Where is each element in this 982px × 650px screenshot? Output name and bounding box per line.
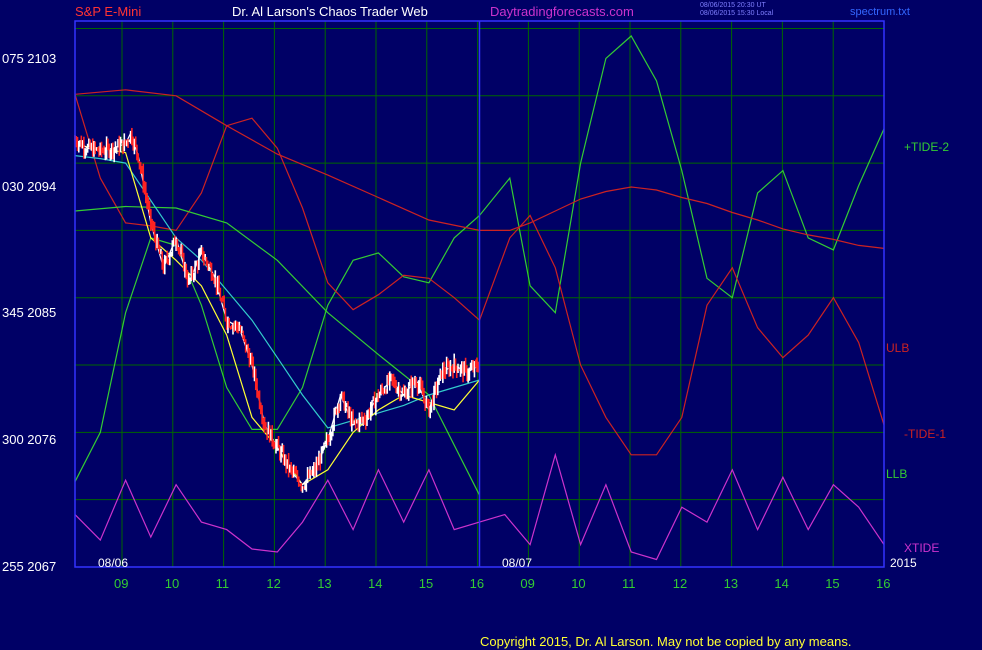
y-tick-2103: 075 2103 [2,51,57,66]
x-tick-12: 13 [723,576,739,591]
label-xtide: XTIDE [904,541,940,555]
y-tick-2094: 030 2094 [2,179,57,194]
label-tide1: -TIDE-1 [904,427,946,441]
x-tick-4: 13 [317,576,332,591]
x-tick-8: 09 [520,576,535,591]
instrument-title: S&P E-Mini [75,4,142,19]
file-name: spectrum.txt [850,6,910,18]
x-tick-5: 14 [368,576,383,591]
x-tick-3: 12 [266,576,281,591]
date-label-day1: 08/06 [98,556,129,570]
date-label-day2: 08/07 [502,556,533,570]
x-tick-2: 11 [215,576,230,591]
label-tide2: +TIDE-2 [904,140,950,154]
label-ulb: ULB [886,341,910,355]
x-tick-7: 16 [469,576,485,591]
year-label: 2015 [890,556,917,570]
y-tick-2085: 345 2085 [2,305,57,320]
site-title: Dr. Al Larson's Chaos Trader Web [232,4,428,19]
x-tick-13: 14 [774,576,789,591]
x-tick-14: 15 [825,576,840,591]
series-line-3 [74,205,481,496]
price-bars [74,127,480,493]
site-url[interactable]: Daytradingforecasts.com [490,4,634,19]
chart-svg [74,20,885,568]
timestamp-ut: 08/06/2015 20:30 UT [700,2,766,9]
series-line-6 [74,144,480,486]
x-tick-15: 16 [876,576,891,591]
x-tick-1: 10 [164,576,180,591]
y-tick-2076: 300 2076 [2,432,57,447]
y-tick-2067: 255 2067 [2,559,57,574]
x-tick-0: 09 [114,576,129,591]
x-tick-6: 15 [418,576,434,591]
x-tick-9: 10 [571,576,586,591]
timestamp-local: 08/06/2015 15:30 Local [700,10,774,17]
x-tick-10: 11 [622,576,636,591]
copyright-notice: Copyright 2015, Dr. Al Larson. May not b… [480,634,852,649]
label-llb: LLB [886,467,908,481]
x-tick-11: 12 [672,576,688,591]
